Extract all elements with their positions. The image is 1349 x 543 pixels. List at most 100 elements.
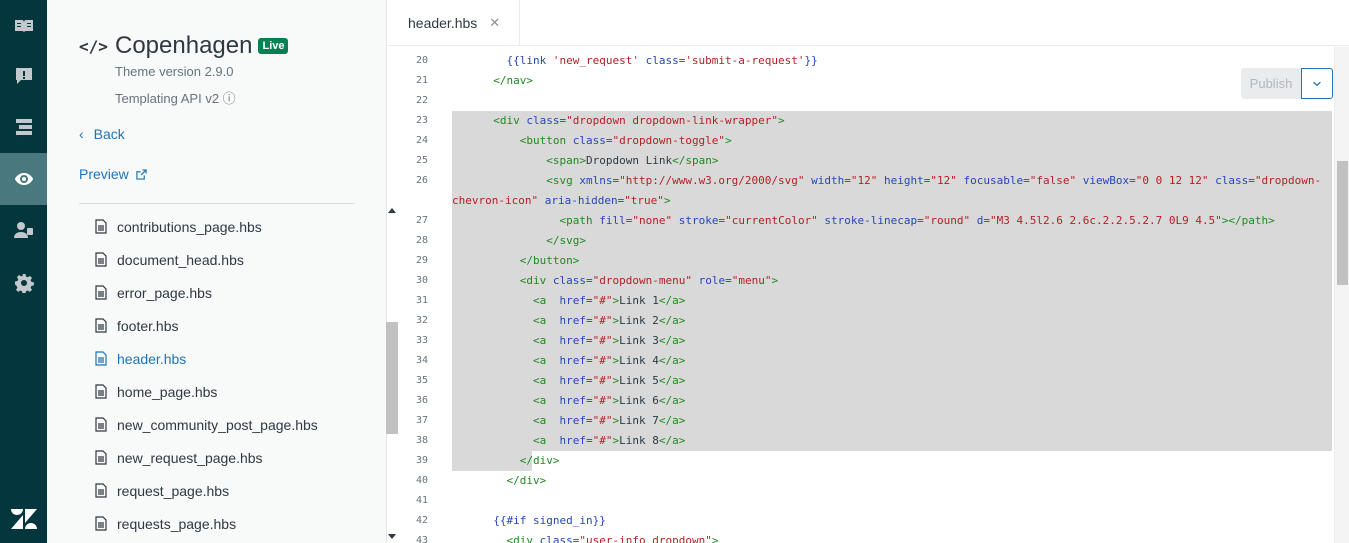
code-token: viewBox= <box>1076 174 1136 187</box>
editor-scrollbar[interactable] <box>1334 47 1349 543</box>
file-item[interactable]: contributions_page.hbs <box>95 210 262 243</box>
rail-item-alerts[interactable] <box>0 50 47 102</box>
tab-header-hbs[interactable]: header.hbs ✕ <box>388 0 520 46</box>
users-icon <box>13 222 33 238</box>
rail-item-guides[interactable] <box>0 0 47 52</box>
code-token: "currentColor" <box>725 214 818 227</box>
file-icon <box>95 219 107 234</box>
zendesk-logo[interactable] <box>0 494 47 543</box>
code-token: <path <box>559 214 593 227</box>
code-token: "#" <box>592 314 613 327</box>
code-token: Link 7 <box>619 414 659 427</box>
file-item[interactable]: home_page.hbs <box>95 375 217 408</box>
code-token: > <box>778 114 785 127</box>
file-icon <box>95 483 107 498</box>
file-item[interactable]: new_community_post_page.hbs <box>95 408 318 441</box>
code-text: <div class="dropdown dropdown-link-wrapp… <box>480 111 1320 131</box>
file-item[interactable]: document_head.hbs <box>95 243 244 276</box>
code-token: href= <box>546 334 593 347</box>
code-line: 40 </div> <box>388 471 1332 491</box>
code-text: <a href="#">Link 4</a> <box>480 351 1320 371</box>
line-number: 33 <box>415 335 428 346</box>
code-token: href= <box>546 374 593 387</box>
code-token: </a> <box>658 314 686 327</box>
templating-api[interactable]: Templating API v2 ⓘ <box>115 88 236 107</box>
code-token: > <box>725 134 732 147</box>
code-line: 29 </button> <box>388 251 1332 271</box>
code-token: "round" <box>923 214 971 227</box>
rail-item-preview[interactable] <box>0 153 47 205</box>
code-token: <span> <box>546 154 586 167</box>
line-number: 39 <box>415 455 428 466</box>
code-token: Link 3 <box>619 334 659 347</box>
back-label: Back <box>93 126 125 142</box>
code-line: 43 <div class="user-info dropdown"> <box>388 531 1332 543</box>
code-token: href= <box>546 434 593 447</box>
code-token: <button <box>519 134 567 147</box>
code-token: stroke-linecap= <box>817 214 924 227</box>
code-token: href= <box>546 394 593 407</box>
code-token: "#" <box>592 394 613 407</box>
live-badge: Live <box>258 38 289 54</box>
rail-item-settings[interactable] <box>0 257 47 309</box>
code-token: "#" <box>592 434 613 447</box>
code-token: "dropdown-menu" <box>592 274 692 287</box>
publish-options-button[interactable] <box>1301 68 1333 99</box>
code-token: Dropdown Link <box>585 154 673 167</box>
file-item[interactable]: requests_page.hbs <box>95 507 236 540</box>
close-icon[interactable]: ✕ <box>489 15 500 31</box>
code-text: </div> <box>480 471 1320 491</box>
code-token: <a <box>532 354 547 367</box>
code-token: "user-info dropdown" <box>579 534 712 543</box>
editor-scroll-thumb[interactable] <box>1337 161 1348 285</box>
file-item[interactable]: request_page.hbs <box>95 474 229 507</box>
code-text: {{#if signed_in}} <box>480 511 1320 531</box>
file-name: new_community_post_page.hbs <box>117 416 318 433</box>
theme-version: Theme version 2.9.0 <box>115 64 234 79</box>
code-token: xmlns= <box>572 174 620 187</box>
code-token: "#" <box>592 294 613 307</box>
code-text: <a href="#">Link 3</a> <box>480 331 1320 351</box>
code-token: "0 0 12 12" <box>1135 174 1209 187</box>
line-number: 29 <box>415 255 428 266</box>
file-item[interactable]: header.hbs <box>95 342 186 375</box>
file-icon <box>95 285 107 300</box>
file-icon <box>95 417 107 432</box>
code-text: <span>Dropdown Link</span> <box>480 151 1320 171</box>
code-token: role= <box>691 274 732 287</box>
file-item[interactable]: footer.hbs <box>95 309 179 342</box>
code-line: 35 <a href="#">Link 5</a> <box>388 371 1332 391</box>
code-line: 27 <path fill="none" stroke="currentColo… <box>388 211 1332 231</box>
preview-link[interactable]: Preview <box>79 166 147 182</box>
line-number: 40 <box>415 475 428 486</box>
code-text: <a href="#">Link 5</a> <box>480 371 1320 391</box>
preview-label: Preview <box>79 166 129 182</box>
code-token: "#" <box>592 354 613 367</box>
rail-item-arrange[interactable] <box>0 101 47 153</box>
line-number: 27 <box>415 215 428 226</box>
code-line: 42 {{#if signed_in}} <box>388 511 1332 531</box>
nav-rail <box>0 0 47 543</box>
code-line: 36 <a href="#">Link 6</a> <box>388 391 1332 411</box>
code-token: </a> <box>658 374 686 387</box>
code-text: <a href="#">Link 6</a> <box>480 391 1320 411</box>
line-number: 32 <box>415 315 428 326</box>
code-editor[interactable]: 20 {{link 'new_request' class='submit-a-… <box>388 47 1332 543</box>
file-icon <box>95 318 107 333</box>
back-link[interactable]: ‹ Back <box>79 126 125 142</box>
file-name: request_page.hbs <box>117 482 230 499</box>
publish-button[interactable]: Publish <box>1241 68 1301 99</box>
file-item[interactable]: error_page.hbs <box>95 276 212 309</box>
file-item[interactable]: new_request_page.hbs <box>95 441 263 474</box>
file-name: header.hbs <box>117 350 187 367</box>
code-token: </a> <box>658 294 686 307</box>
code-text: <path fill="none" stroke="currentColor" … <box>480 211 1320 231</box>
gear-icon <box>14 274 34 293</box>
code-token: "false" <box>1029 174 1077 187</box>
code-token: chevron-icon" <box>452 194 539 207</box>
rail-item-users[interactable] <box>0 204 47 256</box>
line-number: 30 <box>415 275 428 286</box>
